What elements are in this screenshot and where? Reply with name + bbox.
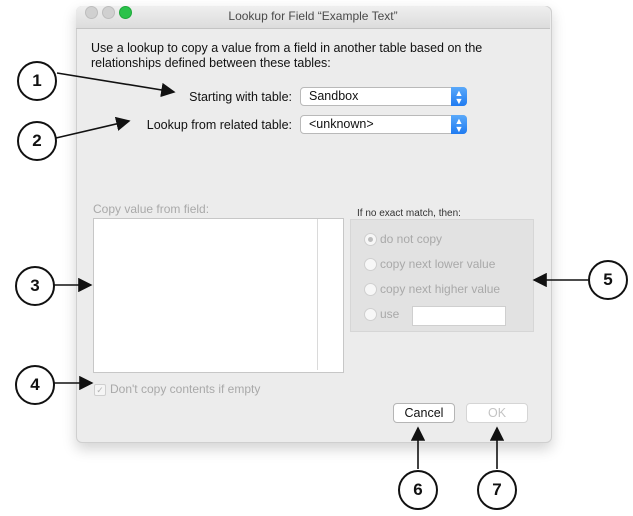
callout-7: 7 (477, 470, 517, 510)
copy-field-label: Copy value from field: (93, 202, 210, 216)
popup-stepper-icon: ▲ ▼ (451, 115, 467, 134)
dont-copy-checkbox[interactable]: ✓ (94, 384, 106, 396)
ok-button[interactable]: OK (466, 403, 528, 423)
dialog-title: Lookup for Field “Example Text” (228, 9, 398, 23)
cancel-button[interactable]: Cancel (393, 403, 455, 423)
callout-1: 1 (17, 61, 57, 101)
radio-selected-dot (368, 237, 373, 242)
option-do-not-copy: do not copy (380, 232, 443, 246)
related-table-popup[interactable]: <unknown> ▲ ▼ (300, 115, 467, 134)
option-next-lower: copy next lower value (380, 257, 496, 271)
use-value-input[interactable] (412, 306, 506, 326)
radio-use[interactable] (364, 308, 377, 321)
related-table-label: Lookup from related table: (146, 118, 292, 132)
radio-next-higher[interactable] (364, 283, 377, 296)
starting-table-popup[interactable]: Sandbox ▲ ▼ (300, 87, 467, 106)
starting-table-value: Sandbox (309, 89, 359, 103)
list-scrollbar-divider (317, 219, 318, 370)
starting-table-label: Starting with table: (189, 90, 292, 104)
radio-next-lower[interactable] (364, 258, 377, 271)
callout-5: 5 (588, 260, 628, 300)
callout-4: 4 (15, 365, 55, 405)
dont-copy-label: Don't copy contents if empty (110, 382, 261, 396)
option-use: use (380, 307, 400, 321)
field-list[interactable] (93, 218, 344, 373)
popup-stepper-icon: ▲ ▼ (451, 87, 467, 106)
intro-text: Use a lookup to copy a value from a fiel… (91, 41, 483, 70)
option-next-higher: copy next higher value (380, 282, 501, 296)
callout-6: 6 (398, 470, 438, 510)
callout-3: 3 (15, 266, 55, 306)
related-table-value: <unknown> (309, 117, 374, 131)
radio-do-not-copy[interactable] (364, 233, 377, 246)
callout-2: 2 (17, 121, 57, 161)
no-match-label: If no exact match, then: (357, 208, 461, 219)
